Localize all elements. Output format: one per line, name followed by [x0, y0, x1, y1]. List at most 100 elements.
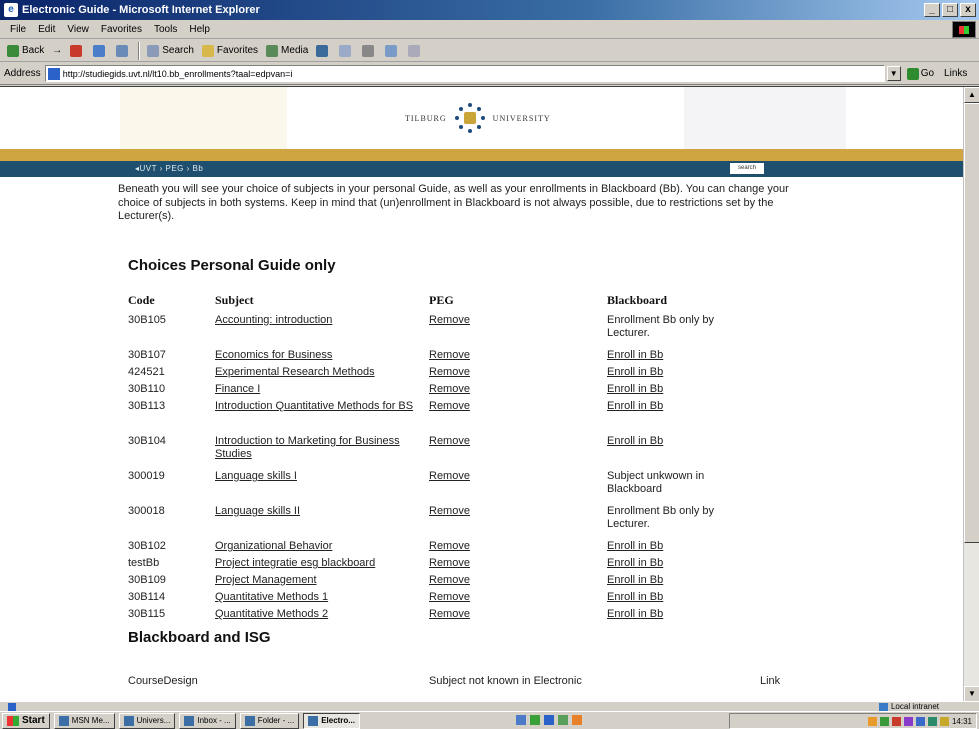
- taskbar-task[interactable]: Electro...: [303, 712, 360, 729]
- print-button[interactable]: [358, 41, 381, 61]
- remove-link[interactable]: Remove: [429, 400, 509, 413]
- menu-favorites[interactable]: Favorites: [95, 24, 148, 35]
- subject-link[interactable]: Project Management: [215, 574, 430, 587]
- enroll-bb-link[interactable]: Enroll in Bb: [607, 574, 747, 587]
- row-code: 30B115: [128, 608, 166, 620]
- media-label: Media: [281, 45, 309, 56]
- home-button[interactable]: [112, 41, 135, 61]
- menu-view[interactable]: View: [61, 24, 95, 35]
- enroll-bb-link[interactable]: Enroll in Bb: [607, 366, 747, 379]
- subject-link[interactable]: Project integratie esg blackboard: [215, 557, 430, 570]
- site-search-box[interactable]: search: [730, 163, 764, 174]
- enroll-bb-link[interactable]: Enroll in Bb: [607, 400, 747, 413]
- favorites-button[interactable]: Favorites: [198, 41, 262, 61]
- remove-link[interactable]: Remove: [429, 574, 509, 587]
- remove-link[interactable]: Remove: [429, 314, 509, 327]
- remove-link[interactable]: Remove: [429, 470, 509, 483]
- tray-icons-group: [516, 715, 582, 725]
- subject-link[interactable]: Introduction Quantitative Methods for BS: [215, 400, 430, 413]
- scroll-down-button[interactable]: ▼: [964, 686, 979, 701]
- history-button[interactable]: [312, 41, 335, 61]
- app-icon[interactable]: [558, 715, 568, 725]
- taskbar-task[interactable]: Inbox - ...: [179, 712, 236, 729]
- remove-link[interactable]: Remove: [429, 608, 509, 621]
- enroll-bb-link[interactable]: Enroll in Bb: [607, 435, 747, 448]
- enroll-bb-link[interactable]: Enroll in Bb: [607, 591, 747, 604]
- subject-link[interactable]: Introduction to Marketing for Business S…: [215, 435, 430, 461]
- scroll-up-button[interactable]: ▲: [964, 87, 979, 103]
- mail-button[interactable]: [335, 41, 358, 61]
- app-icon[interactable]: [572, 715, 582, 725]
- search-button[interactable]: Search: [143, 41, 198, 61]
- remove-link[interactable]: Remove: [429, 540, 509, 553]
- tray-icon[interactable]: [867, 716, 877, 726]
- enroll-bb-link[interactable]: Enroll in Bb: [607, 383, 747, 396]
- links-button[interactable]: Links: [944, 68, 967, 79]
- window-titlebar[interactable]: e Electronic Guide - Microsoft Internet …: [0, 0, 979, 20]
- menu-help[interactable]: Help: [183, 24, 216, 35]
- tray-icon[interactable]: [903, 716, 913, 726]
- close-button[interactable]: x: [960, 3, 976, 17]
- refresh-button[interactable]: [89, 41, 112, 61]
- subject-link[interactable]: Language skills II: [215, 505, 430, 518]
- forward-button[interactable]: →: [48, 41, 66, 61]
- address-dropdown-button[interactable]: ▼: [886, 66, 901, 81]
- menu-tools[interactable]: Tools: [148, 24, 183, 35]
- subject-link[interactable]: Experimental Research Methods: [215, 366, 430, 379]
- minimize-button[interactable]: _: [924, 3, 940, 17]
- remove-link[interactable]: Remove: [429, 383, 509, 396]
- remove-link[interactable]: Remove: [429, 505, 509, 518]
- university-logo[interactable]: TILBURG UNIVERSITY: [405, 103, 551, 133]
- enroll-bb-link[interactable]: Enroll in Bb: [607, 557, 747, 570]
- remove-link[interactable]: Remove: [429, 349, 509, 362]
- breadcrumb[interactable]: ◂UVT › PEG › Bb: [135, 164, 203, 173]
- subject-link[interactable]: Economics for Business: [215, 349, 430, 362]
- taskbar-task[interactable]: MSN Me...: [53, 712, 115, 729]
- tray-icon[interactable]: [915, 716, 925, 726]
- isg-row-link[interactable]: Link: [760, 675, 780, 688]
- media-button[interactable]: Media: [262, 41, 312, 61]
- address-input[interactable]: http://studiegids.uvt.nl/lt10.bb_enrollm…: [44, 65, 885, 82]
- remove-link[interactable]: Remove: [429, 366, 509, 379]
- scroll-thumb[interactable]: [964, 103, 979, 543]
- discuss-button[interactable]: [404, 41, 427, 61]
- app-icon[interactable]: [516, 715, 526, 725]
- remove-link[interactable]: Remove: [429, 557, 509, 570]
- tray-icon[interactable]: [891, 716, 901, 726]
- subject-link[interactable]: Accounting: introduction: [215, 314, 430, 327]
- logo-text-left: TILBURG: [405, 113, 447, 123]
- vertical-scrollbar[interactable]: ▲ ▼: [963, 87, 979, 701]
- menu-file[interactable]: File: [4, 24, 32, 35]
- blackboard-status: Enrollment Bb only by Lecturer.: [607, 505, 714, 530]
- enroll-bb-link[interactable]: Enroll in Bb: [607, 349, 747, 362]
- subject-link[interactable]: Organizational Behavior: [215, 540, 430, 553]
- edit-button[interactable]: [381, 41, 404, 61]
- enroll-bb-link[interactable]: Enroll in Bb: [607, 540, 747, 553]
- header-gold-bar: [0, 149, 963, 161]
- maximize-button[interactable]: □: [942, 3, 958, 17]
- column-header-subject: Subject: [215, 293, 254, 307]
- page-icon: [47, 67, 60, 80]
- remove-link[interactable]: Remove: [429, 435, 509, 448]
- taskbar-task[interactable]: Folder - ...: [239, 712, 300, 729]
- enroll-bb-link[interactable]: Enroll in Bb: [607, 608, 747, 621]
- app-icon[interactable]: [530, 715, 540, 725]
- taskbar-task[interactable]: Univers...: [118, 712, 176, 729]
- subject-link[interactable]: Quantitative Methods 2: [215, 608, 430, 621]
- app-icon[interactable]: [544, 715, 554, 725]
- intro-text: Beneath you will see your choice of subj…: [118, 183, 789, 222]
- start-button[interactable]: Start: [2, 712, 50, 729]
- subject-link[interactable]: Language skills I: [215, 470, 430, 483]
- tray-icon[interactable]: [939, 716, 949, 726]
- subject-link[interactable]: Quantitative Methods 1: [215, 591, 430, 604]
- menu-edit[interactable]: Edit: [32, 24, 61, 35]
- stop-button[interactable]: [66, 41, 89, 61]
- back-button[interactable]: Back: [3, 41, 48, 61]
- tray-icon[interactable]: [879, 716, 889, 726]
- subject-link[interactable]: Finance I: [215, 383, 430, 396]
- row-code: 30B110: [128, 383, 166, 395]
- task-app-icon: [123, 715, 134, 726]
- tray-icon[interactable]: [927, 716, 937, 726]
- remove-link[interactable]: Remove: [429, 591, 509, 604]
- go-button[interactable]: Go: [906, 67, 934, 80]
